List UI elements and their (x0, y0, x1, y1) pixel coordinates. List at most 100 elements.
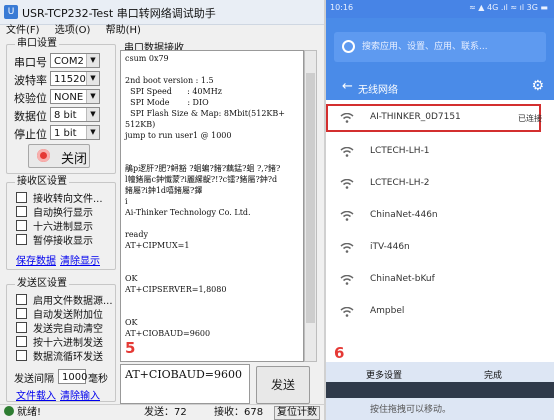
wifi-row-3[interactable]: ChinaNet-446n (326, 200, 554, 232)
wifi-header-title: 无线网络 (358, 85, 398, 96)
chevron-down-icon: ▼ (86, 72, 99, 85)
ready-icon (4, 406, 14, 416)
app-icon: U (4, 5, 18, 19)
phone-search-placeholder: 搜索应用、设置、应用、联系... (362, 42, 488, 52)
send-button[interactable]: 发送 (256, 366, 310, 404)
databits-label: 数据位 (14, 110, 47, 123)
sent-count: 发送：72 (144, 407, 187, 418)
wifi-name: ChinaNet-bKuf (370, 274, 435, 284)
recv-settings-title: 接收区设置 (15, 176, 69, 188)
clear-display-link[interactable]: 清除显示 (60, 252, 100, 267)
close-button-label: 关闭 (61, 152, 88, 167)
interval-input[interactable]: 1000 (58, 369, 87, 384)
menu-bar: 文件(F) 选项(O) 帮助(H) (0, 24, 324, 38)
phone-screen: 10:16 ≈ ▲ 4G .ıl ≈ ıl 3G ▬ 搜索应用、设置、应用、联系… (326, 0, 554, 420)
search-icon (342, 40, 355, 53)
wifi-name: AI-THINKER_0D7151 (370, 112, 461, 122)
hex-display-checkbox[interactable]: 十六进制显示 (16, 220, 93, 234)
chevron-down-icon: ▼ (86, 126, 99, 139)
recv-count: 接收：678 (214, 407, 264, 418)
serial-tool-window: U USR-TCP232-Test 串口转网络调试助手 文件(F) 选项(O) … (0, 0, 324, 420)
baud-label: 波特率 (14, 74, 47, 87)
append-bit-checkbox[interactable]: 自动发送附加位 (16, 308, 103, 322)
wifi-row-1[interactable]: LCTECH-LH-1 (326, 136, 554, 168)
loop-send-checkbox[interactable]: 数据流循环发送 (16, 350, 103, 364)
wifi-status: 已连接 (518, 114, 542, 123)
recv-scrollbar[interactable] (304, 50, 317, 362)
interval-unit: 毫秒 (88, 374, 108, 385)
file-load-link[interactable]: 文件载入 (16, 387, 56, 402)
hex-send-checkbox[interactable]: 按十六进制发送 (16, 336, 103, 350)
wifi-name: LCTECH-LH-1 (370, 146, 430, 156)
wifi-icon (340, 243, 354, 253)
chevron-down-icon: ▼ (86, 90, 99, 103)
phone-signal-icons: ≈ ▲ 4G .ıl ≈ ıl 3G ▬ (469, 3, 548, 12)
gear-icon[interactable]: ⚙ (531, 78, 544, 94)
back-arrow-icon[interactable]: ← (342, 79, 353, 94)
parity-value: NONE (54, 92, 84, 103)
port-select[interactable]: COM2 ▼ (50, 53, 100, 68)
window-title: USR-TCP232-Test 串口转网络调试助手 (22, 7, 216, 20)
send-settings-title: 发送区设置 (15, 278, 69, 290)
databits-select[interactable]: 8 bit ▼ (50, 107, 100, 122)
wifi-icon (340, 307, 354, 317)
drag-hint: 按住拖拽可以移动。 (370, 405, 452, 415)
stopbits-select[interactable]: 1 bit ▼ (50, 125, 100, 140)
recv-text: csum 0x79 2nd boot version : 1.5 SPI Spe… (125, 54, 285, 338)
scrollbar-thumb[interactable] (306, 73, 315, 323)
serial-settings-title: 串口设置 (15, 38, 59, 50)
pause-display-checkbox[interactable]: 暂停接收显示 (16, 234, 93, 248)
wifi-row-5[interactable]: ChinaNet-bKuf (326, 264, 554, 296)
wifi-list: AI-THINKER_0D7151 已连接 LCTECH-LH-1 LCTECH… (326, 100, 554, 362)
chevron-down-icon: ▼ (86, 108, 99, 121)
interval-label: 发送间隔 (14, 374, 54, 385)
menu-help[interactable]: 帮助(H) (106, 24, 141, 38)
send-input[interactable]: AT+CIOBAUD=9600 (120, 364, 250, 404)
status-ready: 就绪! (4, 406, 41, 420)
close-port-button[interactable]: 关闭 (28, 144, 90, 168)
chevron-down-icon: ▼ (86, 54, 99, 67)
wifi-header: ← 无线网络 ⚙ (326, 74, 554, 100)
reset-count-button[interactable]: 复位计数 (274, 406, 320, 420)
port-value: COM2 (54, 56, 84, 67)
clear-input-link[interactable]: 清除输入 (60, 387, 100, 402)
wifi-icon (340, 113, 354, 123)
wifi-name: ChinaNet-446n (370, 210, 438, 220)
parity-select[interactable]: NONE ▼ (50, 89, 100, 104)
wifi-row-0[interactable]: AI-THINKER_0D7151 已连接 (326, 102, 554, 134)
databits-value: 8 bit (54, 110, 77, 121)
annotation-6: 6 (334, 344, 345, 362)
status-bar: 就绪! 发送：72 接收：678 复位计数 (0, 404, 324, 420)
wifi-icon (340, 275, 354, 285)
wifi-row-2[interactable]: LCTECH-LH-2 (326, 168, 554, 200)
wifi-name: iTV-446n (370, 242, 410, 252)
parity-label: 校验位 (14, 92, 47, 105)
port-status-icon (37, 149, 50, 162)
auto-wrap-checkbox[interactable]: 自动换行显示 (16, 206, 93, 220)
stopbits-value: 1 bit (54, 128, 77, 139)
wifi-name: Ampbel (370, 306, 405, 316)
port-label: 串口号 (14, 56, 47, 69)
wifi-row-4[interactable]: iTV-446n (326, 232, 554, 264)
phone-footer: 6 更多设置 完成 按住拖拽可以移动。 (326, 344, 554, 420)
wifi-icon (340, 211, 354, 221)
done-button[interactable]: 完成 (484, 368, 502, 381)
recv-text-area[interactable]: csum 0x79 2nd boot version : 1.5 SPI Spe… (120, 50, 304, 362)
wifi-icon (340, 179, 354, 189)
wifi-row-6[interactable]: Ampbel (326, 296, 554, 328)
recv-to-file-checkbox[interactable]: 接收转向文件... (16, 192, 103, 206)
phone-time: 10:16 (330, 3, 354, 12)
phone-search-bar[interactable]: 搜索应用、设置、应用、联系... (334, 32, 546, 62)
more-settings-button[interactable]: 更多设置 (366, 368, 402, 381)
auto-clear-checkbox[interactable]: 发送完自动清空 (16, 322, 103, 336)
wifi-icon (340, 147, 354, 157)
wifi-name: LCTECH-LH-2 (370, 178, 430, 188)
menu-file[interactable]: 文件(F) (6, 24, 40, 38)
baud-select[interactable]: 115200 ▼ (50, 71, 100, 86)
save-data-link[interactable]: 保存数据 (16, 252, 56, 267)
stopbits-label: 停止位 (14, 128, 47, 141)
menu-options[interactable]: 选项(O) (55, 24, 91, 38)
file-source-checkbox[interactable]: 启用文件数据源... (16, 294, 113, 308)
phone-status-bar: 10:16 ≈ ▲ 4G .ıl ≈ ıl 3G ▬ (326, 0, 554, 18)
nav-bar (326, 382, 554, 398)
